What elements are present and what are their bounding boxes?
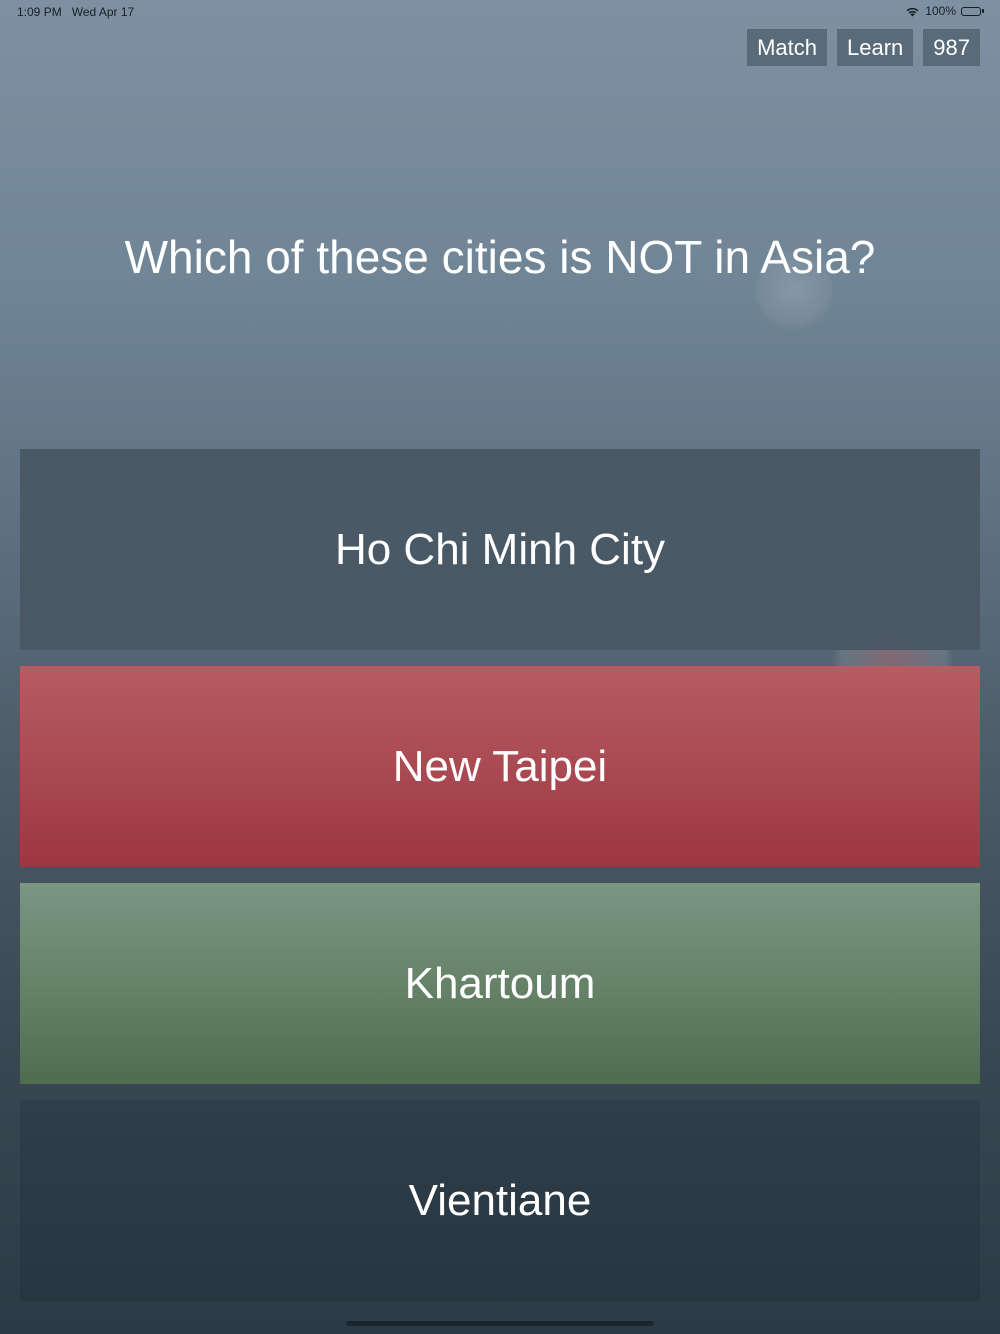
status-left: 1:09 PM Wed Apr 17 [17,5,134,19]
answer-option-1[interactable]: Ho Chi Minh City [20,449,980,650]
home-indicator[interactable] [346,1321,654,1326]
answer-option-4[interactable]: Vientiane [20,1100,980,1301]
score-badge[interactable]: 987 [923,29,980,66]
top-nav: Match Learn 987 [747,29,980,66]
answer-option-2-wrong[interactable]: New Taipei [20,666,980,867]
battery-percent: 100% [925,4,956,18]
learn-button[interactable]: Learn [837,29,914,66]
wifi-icon [905,6,920,17]
match-button[interactable]: Match [747,29,827,66]
question-text: Which of these cities is NOT in Asia? [124,231,876,283]
status-bar: 1:09 PM Wed Apr 17 100% [0,0,1000,24]
status-right: 100% [905,4,985,18]
status-date: Wed Apr 17 [71,5,135,19]
answer-option-3-correct[interactable]: Khartoum [20,883,980,1084]
answer-list: Ho Chi Minh City New Taipei Khartoum Vie… [20,449,980,1301]
battery-icon [961,6,985,17]
status-time: 1:09 PM [17,5,62,19]
